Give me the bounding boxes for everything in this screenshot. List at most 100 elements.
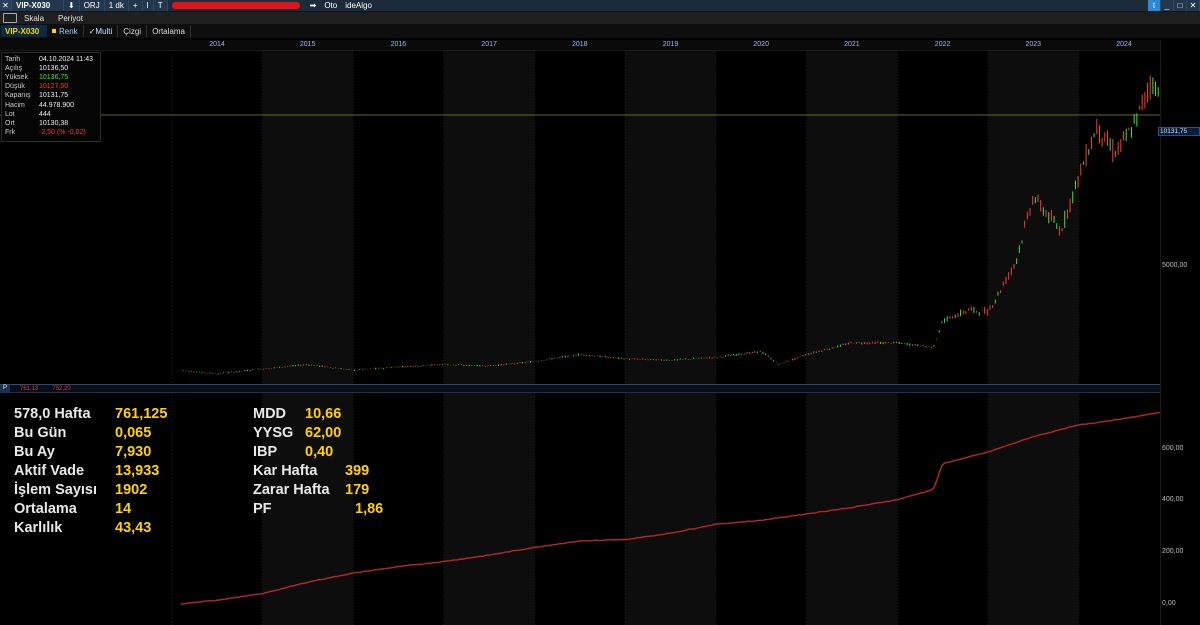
info-value: 10127,50 xyxy=(39,83,69,91)
renk-button[interactable]: Renk xyxy=(47,25,84,37)
plus-icon[interactable]: + xyxy=(128,0,143,11)
stat-value: 10,66 xyxy=(305,406,342,422)
year-band xyxy=(806,51,898,384)
stat-label: MDD xyxy=(253,406,287,422)
symbol-selector[interactable]: VIP-X030 xyxy=(12,0,64,11)
year-band xyxy=(625,393,716,625)
info-value: 10136,50 xyxy=(39,65,69,73)
info-label: Düşük xyxy=(5,83,25,91)
stat-label: 578,0 Hafta xyxy=(14,406,91,422)
stat-value: 399 xyxy=(345,463,370,479)
info-row: Tarih 04.10.2024 11:43 xyxy=(5,55,97,64)
year-label-2017: 2017 xyxy=(481,41,497,48)
info-label: Kapanış xyxy=(5,92,31,100)
window-controls: t _ □ ✕ xyxy=(1148,0,1200,11)
year-band xyxy=(443,51,535,384)
year-band xyxy=(262,51,354,384)
stat-label: Aktif Vade xyxy=(14,463,85,479)
stat-value: 13,933 xyxy=(115,463,160,479)
redacted-bar xyxy=(171,2,300,9)
info-value: 04.10.2024 11:43 xyxy=(39,56,93,64)
equity-axis-tick-0: 0,00 xyxy=(1162,600,1176,607)
stat-label: Bu Gün xyxy=(14,425,67,441)
stat-value: 761,125 xyxy=(115,406,168,422)
stat-label: PF xyxy=(253,501,272,517)
cizgi-button[interactable]: Çizgi xyxy=(118,25,148,37)
info-label: Frk xyxy=(5,128,16,136)
info-row: Frk -2,50 (% -0,02) xyxy=(5,128,97,137)
info-label: Hacim xyxy=(5,101,25,109)
renk-label: Renk xyxy=(59,26,78,36)
chart-toolbar: VIP-X030 Renk ✓Multi Çizgi Ortalama xyxy=(0,24,1200,38)
info-row: Lot 444 xyxy=(5,110,97,119)
oto-button[interactable]: Oto xyxy=(320,0,341,11)
stat-value: 62,00 xyxy=(305,425,342,441)
info-value: 10136,75 xyxy=(39,74,69,82)
stat-label: İşlem Sayısı xyxy=(14,482,98,498)
year-label-2014: 2014 xyxy=(209,41,225,48)
year-label-2024: 2024 xyxy=(1116,41,1132,48)
stat-label: Zarar Hafta xyxy=(253,482,330,498)
orj-button[interactable]: ORJ xyxy=(79,0,105,11)
stat-value: 1,86 xyxy=(355,501,384,517)
interval-selector[interactable]: 1 dk xyxy=(104,0,129,11)
stat-label: Kar Hafta xyxy=(253,463,318,479)
chart-symbol[interactable]: VIP-X030 xyxy=(1,25,47,37)
stat-value: 43,43 xyxy=(115,520,152,536)
info-row: Düşük 10127,50 xyxy=(5,82,97,91)
price-chart[interactable] xyxy=(0,51,1160,384)
stat-label: Bu Ay xyxy=(14,444,55,460)
text-tool-icon[interactable]: T xyxy=(153,0,168,11)
info-value: -2,50 (% -0,02) xyxy=(39,128,86,136)
year-label-2018: 2018 xyxy=(572,41,588,48)
multi-button[interactable]: ✓Multi xyxy=(84,25,119,37)
stat-value: 14 xyxy=(115,501,132,517)
bar-icon[interactable]: I xyxy=(142,0,154,11)
idealgo-button[interactable]: ideAlgo xyxy=(341,0,376,11)
year-label-2021: 2021 xyxy=(844,41,860,48)
close-icon[interactable]: ✕ xyxy=(0,0,12,11)
info-row: Ort 10130,38 xyxy=(5,119,97,128)
equity-chart[interactable] xyxy=(0,393,1160,625)
twitter-icon[interactable]: t xyxy=(1148,0,1161,11)
year-axis: 2014 2015 2016 2017 2018 2019 2020 2021 2022 2023… xyxy=(0,40,1160,51)
info-value: 10130,38 xyxy=(39,119,69,127)
window-close-icon[interactable]: ✕ xyxy=(1187,0,1200,11)
year-label-2022: 2022 xyxy=(934,41,951,48)
info-row: Hacim 44.978.900 xyxy=(5,100,97,109)
year-label-2019: 2019 xyxy=(662,41,679,48)
price-axis-tick: 5000,00 xyxy=(1162,262,1188,269)
ortalama-button[interactable]: Ortalama xyxy=(147,25,191,37)
equity-axis-tick-200: 200,00 xyxy=(1162,548,1184,555)
stat-label: IBP xyxy=(253,444,278,460)
info-value: 444 xyxy=(39,110,51,118)
info-row: Yüksek 10136,75 xyxy=(5,73,97,82)
stat-value: 0,065 xyxy=(115,425,152,441)
panel-label: P xyxy=(0,385,10,392)
stat-value: 0,40 xyxy=(305,444,334,460)
year-label-2016: 2016 xyxy=(390,41,407,48)
minimize-icon[interactable]: _ xyxy=(1161,0,1174,11)
info-row: Açılış 10136,50 xyxy=(5,64,97,73)
menu-periyot[interactable]: Periyot xyxy=(51,14,90,23)
price-info-box: Tarih 04.10.2024 11:43 Açılış 10136,50 Yükse… xyxy=(1,52,101,142)
year-band xyxy=(806,393,898,625)
maximize-icon[interactable]: □ xyxy=(1174,0,1187,11)
year-band xyxy=(987,393,1079,625)
stat-label: YYSG xyxy=(253,425,294,441)
stat-value: 179 xyxy=(345,482,370,498)
save-icon[interactable] xyxy=(3,13,17,23)
year-label-2023: 2023 xyxy=(1025,41,1042,48)
current-price-label: 10131,75 xyxy=(1158,127,1200,136)
color-square-icon xyxy=(52,29,56,33)
year-band xyxy=(625,51,716,384)
arrow-icon[interactable]: ➡ xyxy=(306,0,321,11)
year-band xyxy=(443,393,535,625)
panel-divider[interactable]: P 761,13 752,20 xyxy=(0,384,1160,393)
menu-skala[interactable]: Skala xyxy=(17,14,51,23)
stat-value: 1902 xyxy=(115,482,148,498)
panel-value-1: 761,13 xyxy=(20,385,39,392)
stat-value: 7,930 xyxy=(115,444,152,460)
info-label: Lot xyxy=(5,110,15,118)
download-icon[interactable]: ⬇ xyxy=(64,0,80,11)
